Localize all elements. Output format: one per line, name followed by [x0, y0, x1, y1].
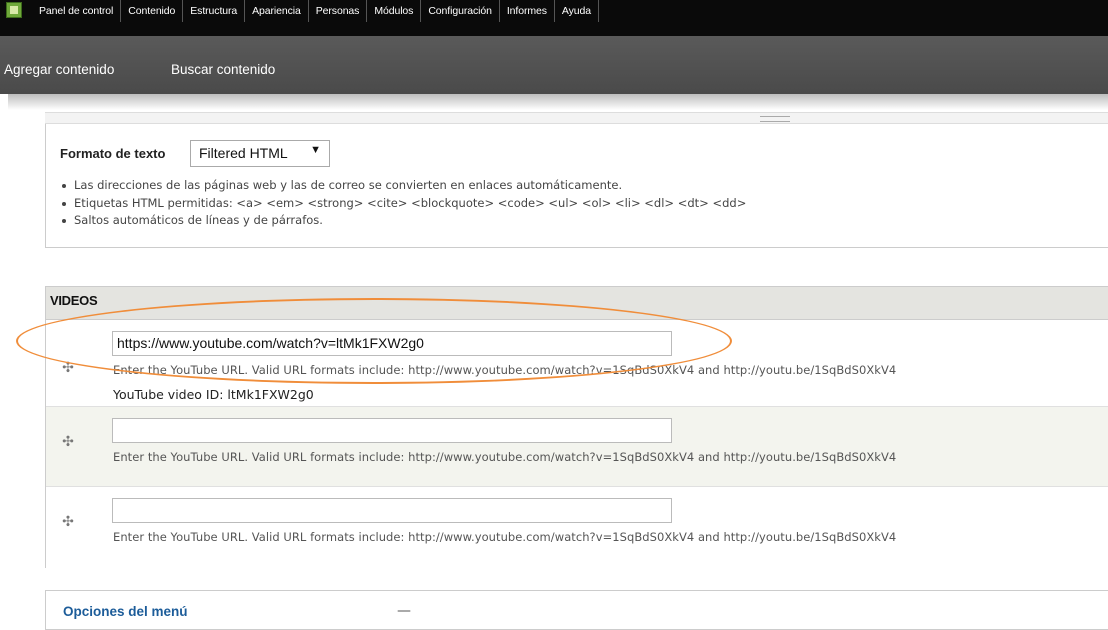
menu-item-apariencia[interactable]: Apariencia — [245, 0, 309, 22]
menu-item-panel-de-control[interactable]: Panel de control — [32, 0, 122, 22]
video-row: ✣ Enter the YouTube URL. Valid URL forma… — [46, 406, 1108, 486]
youtube-video-id: YouTube video ID: ltMk1FXW2g0 — [113, 387, 314, 402]
textarea-resize-grip[interactable] — [45, 112, 1108, 124]
format-tip: Etiquetas HTML permitidas: <a> <em> <str… — [62, 195, 746, 213]
youtube-url-input[interactable] — [112, 418, 672, 443]
admin-toolbar: Panel de control Contenido Estructura Ap… — [0, 0, 1108, 36]
home-icon[interactable] — [6, 2, 22, 18]
menu-item-personas[interactable]: Personas — [309, 0, 368, 22]
youtube-url-value: https://www.youtube.com/watch?v=ltMk1FXW… — [117, 335, 424, 351]
youtube-url-help: Enter the YouTube URL. Valid URL formats… — [113, 450, 897, 464]
format-tips-list: Las direcciones de las páginas web y las… — [62, 177, 746, 230]
text-format-panel: Formato de texto Filtered HTML ▼ Las dir… — [45, 124, 1108, 248]
drag-handle-icon[interactable]: ✣ — [61, 361, 75, 375]
add-content-link[interactable]: Agregar contenido — [4, 62, 114, 77]
format-tip: Saltos automáticos de líneas y de párraf… — [62, 212, 746, 230]
menu-options-panel: Opciones del menú — — [45, 590, 1108, 630]
youtube-url-help: Enter the YouTube URL. Valid URL formats… — [113, 363, 897, 377]
text-format-select[interactable]: Filtered HTML ▼ — [190, 140, 330, 167]
drag-handle-icon[interactable]: ✣ — [61, 515, 75, 529]
admin-menu: Panel de control Contenido Estructura Ap… — [32, 0, 599, 22]
youtube-url-input[interactable]: https://www.youtube.com/watch?v=ltMk1FXW… — [112, 331, 672, 356]
menu-item-modulos[interactable]: Módulos — [367, 0, 422, 22]
video-row: ✣ https://www.youtube.com/watch?v=ltMk1F… — [46, 320, 1108, 406]
menu-item-estructura[interactable]: Estructura — [183, 0, 246, 22]
menu-options-toggle: — — [397, 603, 411, 619]
text-format-selected: Filtered HTML — [199, 145, 288, 161]
menu-item-configuracion[interactable]: Configuración — [421, 0, 500, 22]
youtube-url-help: Enter the YouTube URL. Valid URL formats… — [113, 530, 897, 544]
chevron-down-icon: ▼ — [310, 144, 321, 156]
format-tip: Las direcciones de las páginas web y las… — [62, 177, 746, 195]
videos-field-table: VIDEOS ✣ https://www.youtube.com/watch?v… — [45, 286, 1108, 568]
menu-options-title[interactable]: Opciones del menú — [63, 604, 188, 619]
drag-handle-icon[interactable]: ✣ — [61, 435, 75, 449]
text-format-label: Formato de texto — [60, 146, 166, 161]
overlay-shadow — [8, 94, 1108, 110]
find-content-link[interactable]: Buscar contenido — [171, 62, 275, 77]
youtube-url-input[interactable] — [112, 498, 672, 523]
shortcut-bar: Agregar contenido Buscar contenido — [0, 36, 1108, 94]
videos-heading: VIDEOS — [46, 287, 1108, 320]
menu-item-contenido[interactable]: Contenido — [121, 0, 184, 22]
grip-lines-icon — [760, 116, 790, 122]
menu-item-ayuda[interactable]: Ayuda — [555, 0, 599, 22]
video-row: ✣ Enter the YouTube URL. Valid URL forma… — [46, 486, 1108, 568]
menu-item-informes[interactable]: Informes — [500, 0, 555, 22]
